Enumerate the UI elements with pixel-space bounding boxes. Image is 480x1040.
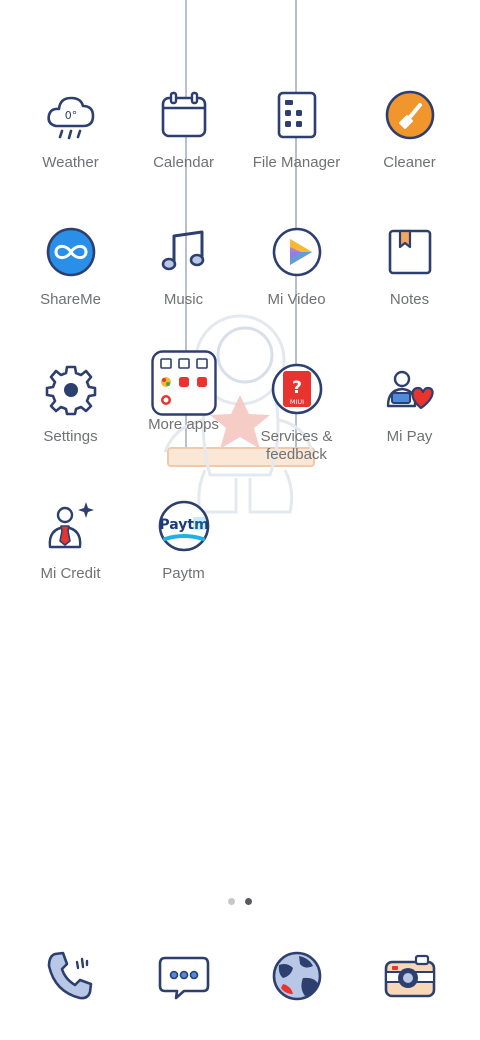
app-label: Weather: [42, 154, 99, 171]
page-dot-2-active[interactable]: [245, 898, 252, 905]
weather-cloud-icon: 0°: [46, 96, 94, 140]
app-label: File Manager: [252, 154, 341, 171]
gear-icon: [45, 365, 96, 416]
app-music[interactable]: Music: [127, 225, 240, 362]
app-settings[interactable]: Settings: [14, 362, 127, 499]
app-services-feedback[interactable]: ? MIUI Services & feedback: [240, 362, 353, 499]
notes-icon: [388, 229, 431, 275]
page-indicator: [0, 898, 480, 905]
dock-phone[interactable]: [14, 948, 127, 1004]
app-label: Mi Pay: [386, 428, 433, 445]
app-label: Calendar: [153, 154, 214, 171]
message-icon: [158, 956, 209, 1000]
app-label: Music: [163, 291, 204, 308]
svg-text:?: ?: [292, 378, 302, 398]
music-note-icon: [161, 230, 204, 271]
app-weather[interactable]: 0° Weather: [14, 88, 127, 225]
app-label: Notes: [389, 291, 430, 308]
app-label: Mi Video: [267, 291, 326, 308]
svg-text:0°: 0°: [64, 109, 77, 122]
play-icon: [272, 227, 321, 277]
camera-icon: [384, 954, 435, 998]
page-dot-1[interactable]: [228, 898, 235, 905]
mi-credit-icon: [48, 502, 94, 549]
dock: [14, 948, 466, 1004]
app-shareme[interactable]: ShareMe: [14, 225, 127, 362]
app-file-manager[interactable]: File Manager: [240, 88, 353, 225]
app-label: Services & feedback: [260, 428, 333, 463]
app-label: ShareMe: [40, 291, 101, 308]
app-mi-pay[interactable]: Mi Pay: [353, 362, 466, 499]
app-label: Mi Credit: [40, 565, 101, 582]
app-mi-video[interactable]: Mi Video: [240, 225, 353, 362]
phone-icon: [47, 951, 92, 1000]
calendar-icon: [161, 91, 206, 138]
dock-messages[interactable]: [127, 948, 240, 1004]
app-notes[interactable]: Notes: [353, 225, 466, 362]
app-calendar[interactable]: Calendar: [127, 88, 240, 225]
infinity-icon: [46, 227, 95, 277]
folder-icon: [150, 350, 217, 416]
app-label: Settings: [43, 428, 98, 445]
app-label: More apps: [148, 416, 219, 433]
dock-browser[interactable]: [240, 948, 353, 1004]
paytm-icon: Paytm: [158, 500, 209, 552]
app-grid: 0° Weather Calendar File Manager Cleaner…: [14, 88, 466, 636]
app-mi-credit[interactable]: Mi Credit: [14, 499, 127, 636]
dock-camera[interactable]: [353, 948, 466, 1004]
browser-globe-icon: [272, 951, 321, 1001]
mi-pay-icon: [386, 370, 434, 410]
app-cleaner[interactable]: Cleaner: [353, 88, 466, 225]
file-manager-icon: [277, 91, 316, 139]
folder-more-apps[interactable]: More apps: [127, 350, 240, 499]
app-label: Paytm: [162, 565, 205, 582]
app-paytm[interactable]: Paytm Paytm: [127, 499, 240, 636]
question-icon: ? MIUI: [271, 363, 322, 415]
app-label: Cleaner: [383, 154, 436, 171]
svg-text:MIUI: MIUI: [289, 398, 303, 406]
broom-icon: [385, 90, 434, 140]
